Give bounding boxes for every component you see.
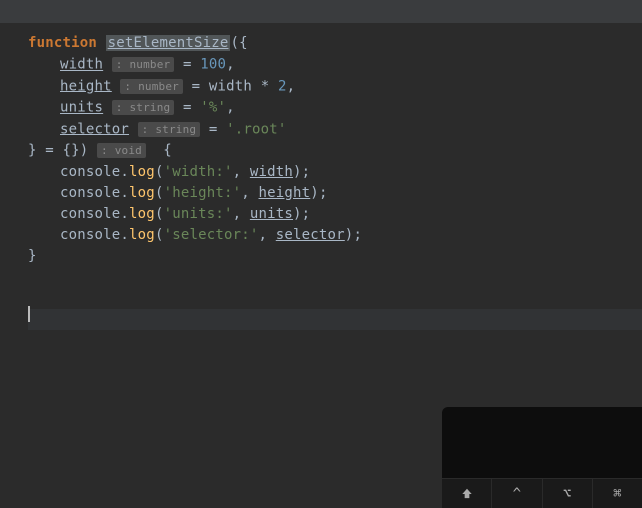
destructure-close: } = {}): [28, 143, 88, 159]
keyword-function: function: [28, 35, 97, 51]
type-hint: : string: [112, 100, 175, 115]
shift-key-button[interactable]: [442, 479, 492, 508]
text-caret: [28, 306, 30, 322]
ref-width[interactable]: width: [250, 164, 293, 180]
type-hint: : number: [120, 79, 183, 94]
title-bar: [0, 0, 642, 23]
ref-height[interactable]: height: [259, 185, 311, 201]
method-log: log: [129, 206, 155, 222]
method-log: log: [129, 227, 155, 243]
type-hint: : number: [112, 57, 175, 72]
function-name[interactable]: setElementSize: [106, 35, 231, 51]
alt-key-button[interactable]: ⌥: [543, 479, 593, 508]
indent-guides: [4, 33, 19, 96]
param-width[interactable]: width: [60, 57, 103, 73]
code-line: console.log('height:', height);: [28, 183, 642, 204]
ctrl-key-button[interactable]: ^: [492, 479, 542, 508]
code-editor[interactable]: function setElementSize({ width : number…: [0, 23, 642, 330]
method-log: log: [129, 164, 155, 180]
param-units[interactable]: units: [60, 100, 103, 116]
current-line-highlight: [28, 309, 642, 330]
code-line: } = {}) : void {: [28, 140, 642, 162]
cmd-key-button[interactable]: ⌘: [593, 479, 642, 508]
brace-open: ({: [230, 35, 247, 51]
code-line: units : string = '%',: [28, 97, 642, 119]
method-log: log: [129, 185, 155, 201]
literal-string: '.root': [226, 121, 286, 137]
panel-toolbar: ^ ⌥ ⌘: [442, 478, 642, 508]
code-line: function setElementSize({: [28, 33, 642, 54]
identifier: width: [209, 78, 252, 94]
code-line: }: [28, 246, 642, 267]
alt-icon: ⌥: [563, 486, 571, 502]
literal-number: 2: [278, 78, 287, 94]
panel-body: [442, 407, 642, 478]
floating-panel[interactable]: ^ ⌥ ⌘: [442, 407, 642, 508]
param-height[interactable]: height: [60, 78, 112, 94]
param-selector[interactable]: selector: [60, 121, 129, 137]
code-line: selector : string = '.root': [28, 119, 642, 141]
ref-selector[interactable]: selector: [276, 227, 345, 243]
ctrl-icon: ^: [513, 486, 521, 502]
type-hint: : string: [138, 122, 201, 137]
cmd-icon: ⌘: [613, 486, 621, 502]
literal-string: '%': [200, 100, 226, 116]
code-line: console.log('width:', width);: [28, 162, 642, 183]
ref-units[interactable]: units: [250, 206, 293, 222]
code-line: console.log('units:', units);: [28, 204, 642, 225]
code-line: height : number = width * 2,: [28, 76, 642, 98]
code-line: width : number = 100,: [28, 54, 642, 76]
code-line: console.log('selector:', selector);: [28, 225, 642, 246]
type-hint: : void: [97, 143, 146, 158]
literal-number: 100: [200, 57, 226, 73]
brace-close: }: [28, 248, 37, 264]
